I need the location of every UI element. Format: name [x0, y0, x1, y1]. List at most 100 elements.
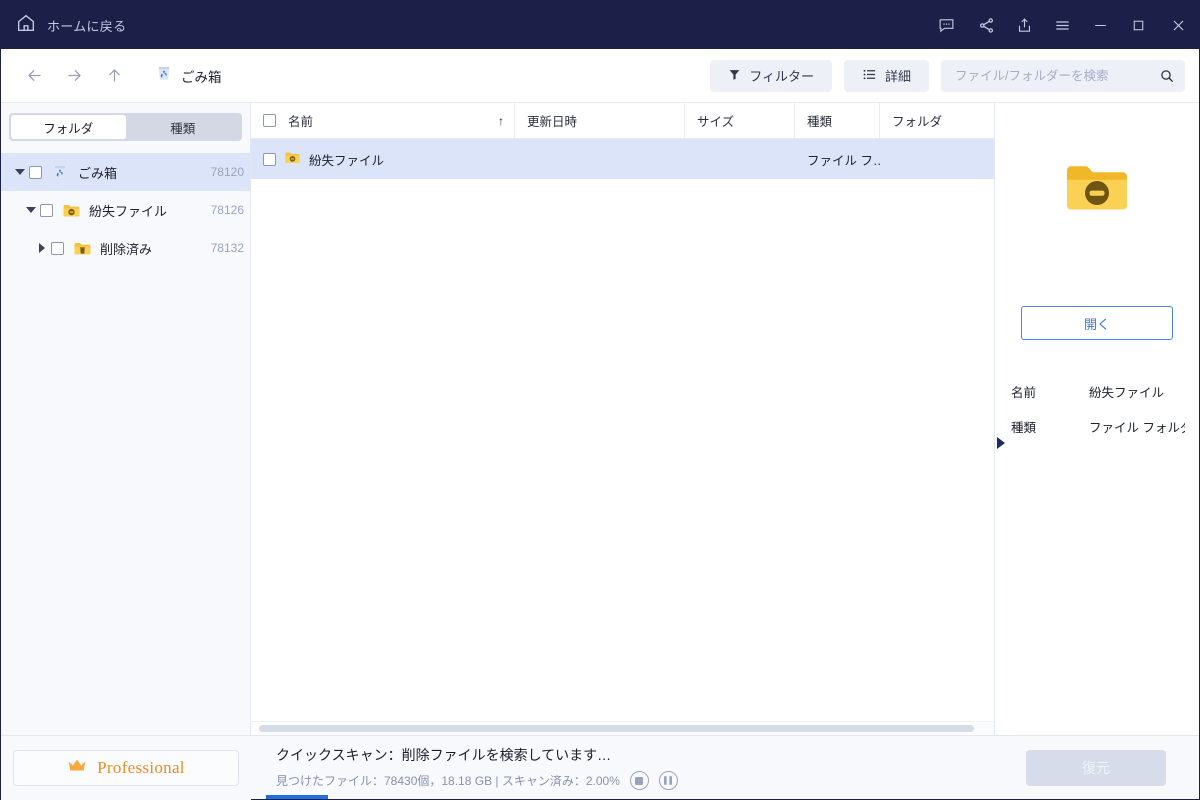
chevron-down-icon[interactable]: [22, 207, 40, 213]
horizontal-scrollbar-thumb[interactable]: [259, 725, 974, 732]
stop-scan-button[interactable]: [629, 771, 649, 790]
title-bar: ホームに戻る: [1, 1, 1199, 49]
preview-metadata: 名前 紛失ファイル 種類 ファイル フォルダー: [995, 382, 1199, 452]
column-header-modified[interactable]: 更新日時: [515, 103, 685, 138]
column-header-name-label: 名前: [288, 115, 314, 129]
forward-button[interactable]: [59, 61, 89, 91]
home-label: ホームに戻る: [47, 18, 127, 34]
footer-left: Professional: [1, 736, 251, 800]
scan-title: クイックスキャン：削除ファイルを検索しています…: [276, 747, 612, 763]
select-all-checkbox[interactable]: [263, 114, 276, 127]
home-icon: [15, 12, 37, 39]
maximize-icon[interactable]: [1119, 1, 1157, 49]
column-header-size[interactable]: サイズ: [685, 103, 795, 138]
preview-field-type: 種類 ファイル フォルダー: [1011, 417, 1185, 436]
preview-field-name-value: 紛失ファイル: [1089, 386, 1165, 400]
sidebar: フォルダ 種類 ごみ箱 78120 紛失ファイル 78126 削除済み 7813…: [1, 103, 251, 735]
cell-modified: [515, 139, 685, 179]
breadcrumb-label: ごみ箱: [181, 69, 222, 85]
breadcrumb[interactable]: ごみ箱: [155, 64, 222, 87]
cell-name-label: 紛失ファイル: [309, 153, 385, 168]
tab-folders[interactable]: フォルダ: [11, 115, 126, 139]
column-header-folder[interactable]: フォルダ: [880, 103, 994, 138]
column-header-folder-label: フォルダ: [892, 115, 943, 129]
horizontal-scrollbar[interactable]: [251, 721, 994, 735]
search-box[interactable]: [941, 59, 1185, 92]
filter-button[interactable]: フィルター: [710, 59, 832, 92]
tree-item-label: 紛失ファイル: [89, 203, 168, 219]
chevron-right-icon[interactable]: [33, 243, 51, 253]
back-button[interactable]: [19, 61, 49, 91]
minimize-icon[interactable]: [1081, 1, 1119, 49]
preview-field-type-key: 種類: [1011, 421, 1037, 435]
cell-name: 紛失ファイル: [251, 139, 515, 179]
tree-item-count: 78132: [210, 241, 244, 255]
close-icon[interactable]: [1157, 1, 1199, 49]
preview-field-name: 名前 紛失ファイル: [1011, 382, 1185, 401]
home-button[interactable]: ホームに戻る: [15, 12, 126, 39]
tree-checkbox[interactable]: [51, 241, 64, 255]
tree-checkbox[interactable]: [40, 203, 53, 217]
scan-substatus: 見つけたファイル：78430個，18.18 GB | スキャン済み：2.00%: [276, 771, 993, 790]
file-rows: 紛失ファイル ファイル フ…: [251, 139, 994, 721]
tree-item-deleted[interactable]: 削除済み 78132: [1, 229, 250, 267]
column-header-modified-label: 更新日時: [527, 115, 578, 129]
preview-panel: 開く 名前 紛失ファイル 種類 ファイル フォルダー: [995, 103, 1199, 735]
footer-right: 復元: [993, 736, 1199, 799]
tree-item-label: ごみ箱: [78, 165, 118, 181]
tree-item-count: 78120: [210, 165, 244, 179]
scan-status: クイックスキャン：削除ファイルを検索しています… 見つけたファイル：78430個…: [251, 736, 993, 799]
chevron-down-icon[interactable]: [11, 169, 29, 175]
preview-field-name-key: 名前: [1011, 386, 1037, 400]
tree-checkbox[interactable]: [29, 165, 42, 179]
file-list-header: 名前 ↑ 更新日時 サイズ 種類 フォルダ: [251, 103, 994, 139]
up-button[interactable]: [99, 61, 129, 91]
pro-wrap: Professional: [1, 736, 251, 800]
column-header-type-label: 種類: [807, 115, 833, 129]
feedback-icon[interactable]: [925, 1, 967, 49]
table-row[interactable]: 紛失ファイル ファイル フ…: [251, 139, 994, 179]
tree-item-recycle-bin[interactable]: ごみ箱 78120: [1, 153, 250, 191]
tab-types[interactable]: 種類: [126, 115, 241, 139]
open-button[interactable]: 開く: [1021, 306, 1173, 340]
row-checkbox[interactable]: [263, 152, 276, 166]
lost-folder-icon: [61, 200, 81, 220]
column-header-name[interactable]: 名前 ↑: [251, 103, 515, 138]
scan-progress-bar: [252, 795, 1199, 799]
deleted-folder-icon: [72, 238, 92, 258]
detail-label: 詳細: [884, 69, 911, 84]
column-header-type[interactable]: 種類: [795, 103, 880, 138]
app-window: ホームに戻る ごみ箱 フィルター 詳細 ファイル/フォルダーを検索 フォルダ 種…: [0, 0, 1200, 800]
cell-type: ファイル フ…: [807, 153, 880, 168]
nav-arrows: [19, 61, 129, 91]
share-icon[interactable]: [967, 1, 1005, 49]
detail-button[interactable]: 詳細: [843, 59, 929, 92]
export-icon[interactable]: [1005, 1, 1043, 49]
list-icon: [862, 67, 877, 85]
scan-progress-fill: [266, 795, 328, 799]
search-input[interactable]: [955, 68, 1159, 83]
cell-size: [685, 139, 795, 179]
lost-folder-icon: [284, 149, 301, 169]
tree-item-lost-files[interactable]: 紛失ファイル 78126: [1, 191, 250, 229]
tree-item-label: 削除済み: [100, 241, 153, 257]
column-header-size-label: サイズ: [697, 115, 735, 129]
recycle-bin-icon: [155, 64, 173, 87]
preview-lost-folder-icon: [1061, 151, 1133, 228]
crown-icon: [67, 758, 87, 778]
sort-ascending-icon: ↑: [498, 113, 504, 128]
filter-label: フィルター: [749, 69, 814, 84]
file-list-panel: 名前 ↑ 更新日時 サイズ 種類 フォルダ 紛失ファイル ファイル フ…: [251, 103, 995, 735]
collapse-preview-button[interactable]: [994, 433, 1008, 453]
search-icon[interactable]: [1159, 68, 1175, 84]
menu-icon[interactable]: [1043, 1, 1081, 49]
main-body: フォルダ 種類 ごみ箱 78120 紛失ファイル 78126 削除済み 7813…: [1, 103, 1199, 735]
toolbar: ごみ箱 フィルター 詳細: [1, 49, 1199, 103]
funnel-icon: [728, 68, 741, 84]
preview-field-type-value: ファイル フォルダー: [1089, 421, 1185, 435]
restore-button[interactable]: 復元: [1026, 749, 1166, 786]
pause-scan-button[interactable]: [658, 771, 678, 790]
professional-upgrade-button[interactable]: Professional: [13, 750, 239, 786]
footer: Professional クイックスキャン：削除ファイルを検索しています… 見つ…: [1, 735, 1199, 800]
sidebar-tabs: フォルダ 種類: [9, 113, 242, 141]
